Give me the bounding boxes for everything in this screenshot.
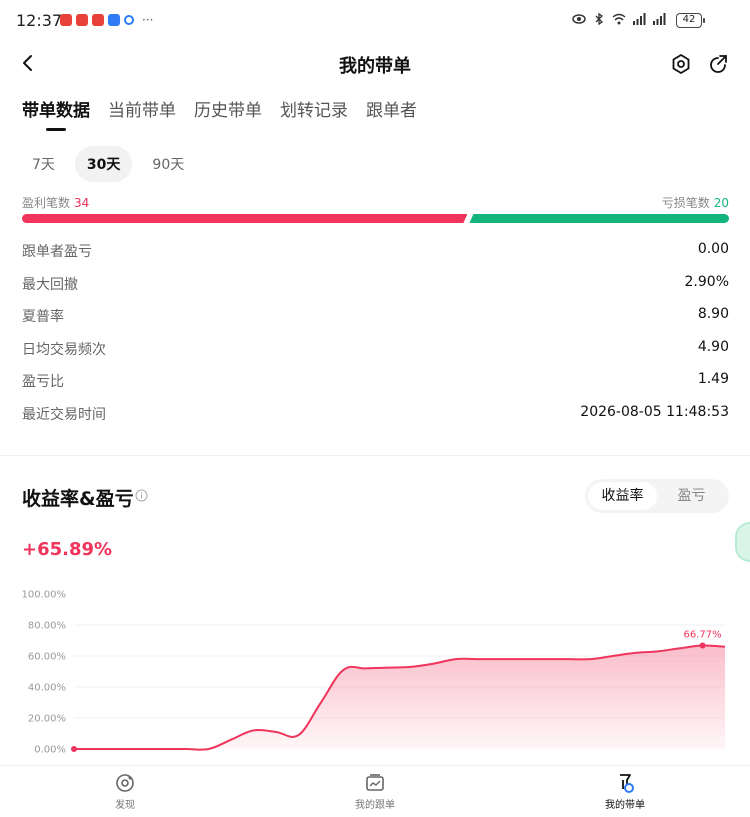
stat-value: 0.00 <box>697 241 729 257</box>
stat-value: 2.90% <box>684 273 729 290</box>
period-30d[interactable]: 30天 <box>74 146 133 182</box>
tab-followers[interactable]: 跟单者 <box>366 96 417 130</box>
y-tick-label: 20.00% <box>28 714 66 725</box>
y-tick-label: 0.00% <box>34 745 66 756</box>
status-time: 12:37 <box>16 11 63 30</box>
stat-row: 跟单者盈亏 0.00 <box>22 235 729 268</box>
section-divider <box>0 455 750 456</box>
stat-label: 最近交易时间 <box>22 406 106 423</box>
eye-icon <box>572 14 586 24</box>
y-tick-label: 100.00% <box>22 590 67 601</box>
toggle-return-rate[interactable]: 收益率 <box>588 482 657 510</box>
stat-label: 夏普率 <box>22 309 64 325</box>
app-notification-icon <box>108 14 120 26</box>
signal-icon <box>653 13 666 25</box>
bottom-nav: 发现 我的跟单 我的带单 <box>0 765 750 817</box>
data-point-peak <box>699 642 706 649</box>
loss-count: 20 <box>713 196 729 210</box>
stat-row: 夏普率 8.90 <box>22 300 729 333</box>
tab-transfer-records[interactable]: 划转记录 <box>280 96 348 130</box>
settings-icon[interactable] <box>669 52 693 76</box>
chart-section-title: 收益率&盈亏 <box>22 488 134 510</box>
tab-lead-data[interactable]: 带单数据 <box>22 96 90 130</box>
floating-assistant-button[interactable] <box>735 522 750 562</box>
period-7d[interactable]: 7天 <box>20 146 67 182</box>
stat-row: 最大回撤 2.90% <box>22 268 729 301</box>
tab-current-orders[interactable]: 当前带单 <box>108 96 176 130</box>
signal-icon <box>633 13 646 25</box>
period-selector: 7天 30天 90天 <box>20 146 196 182</box>
nav-discover[interactable]: 发现 <box>65 772 185 811</box>
win-count: 34 <box>74 196 90 210</box>
tab-bar: 带单数据 当前带单 历史带单 划转记录 跟单者 <box>22 96 417 130</box>
bluetooth-icon <box>595 12 604 26</box>
battery-indicator: 42 <box>676 13 705 28</box>
page-title: 我的带单 <box>339 56 411 77</box>
stat-row: 盈亏比 1.49 <box>22 365 729 398</box>
stat-label: 盈亏比 <box>22 374 64 390</box>
stat-row: 最近交易时间 2026-08-05 11:48:53 <box>22 398 729 431</box>
copy-chart-icon <box>366 774 384 791</box>
stat-value: 2026-08-05 11:48:53 <box>580 403 729 420</box>
series-area <box>74 645 725 750</box>
stat-label: 最大回撤 <box>22 276 78 293</box>
return-rate-chart: 100.00% 80.00% 60.00% 40.00% 20.00% 0.00% 66.7… <box>22 590 726 756</box>
win-count-label: 盈利笔数 34 <box>22 196 90 210</box>
wifi-icon <box>612 13 626 25</box>
y-tick-label: 60.00% <box>28 652 66 663</box>
y-tick-label: 40.00% <box>28 683 66 694</box>
stat-label: 日均交易频次 <box>22 341 106 358</box>
win-bar-segment <box>22 214 467 223</box>
stat-row: 日均交易频次 4.90 <box>22 333 729 366</box>
loss-bar-segment <box>469 214 729 223</box>
lead-trader-icon <box>620 774 634 793</box>
y-tick-label: 80.00% <box>28 621 66 632</box>
info-icon[interactable] <box>135 489 148 502</box>
discover-icon <box>116 774 134 792</box>
nav-label: 我的带单 <box>605 800 645 811</box>
notification-icons: ··· <box>60 14 153 26</box>
metric-toggle: 收益率 盈亏 <box>585 479 729 513</box>
tab-history-orders[interactable]: 历史带单 <box>194 96 262 130</box>
data-point-start <box>71 746 77 752</box>
stat-value: 8.90 <box>697 306 729 322</box>
win-loss-bar <box>22 214 729 223</box>
status-bar: 12:37 ··· 42 <box>0 0 750 44</box>
app-notification-icon <box>76 14 88 26</box>
more-notifications: ··· <box>142 13 154 27</box>
total-return-value: +65.89% <box>22 539 113 560</box>
win-loss-summary: 盈利笔数 34 亏损笔数 20 <box>22 194 729 210</box>
loss-count-label: 亏损笔数 20 <box>661 196 729 210</box>
data-label-peak: 66.77% <box>683 630 721 641</box>
toggle-pnl[interactable]: 盈亏 <box>657 482 726 510</box>
nav-label: 发现 <box>115 800 135 811</box>
top-header: 我的带单 <box>0 44 750 84</box>
app-notification-icon <box>92 14 104 26</box>
period-90d[interactable]: 90天 <box>140 146 196 182</box>
nav-label: 我的跟单 <box>355 800 395 811</box>
stat-label: 跟单者盈亏 <box>22 244 92 260</box>
stat-value: 4.90 <box>697 338 729 355</box>
nav-my-lead[interactable]: 我的带单 <box>565 772 685 811</box>
stats-list: 跟单者盈亏 0.00 最大回撤 2.90% 夏普率 8.90 日均交易频次 4.90 盈… <box>22 235 729 430</box>
status-icons <box>572 12 666 26</box>
app-notification-icon <box>124 15 134 25</box>
nav-my-copy[interactable]: 我的跟单 <box>315 772 435 811</box>
share-icon[interactable] <box>706 52 730 76</box>
app-notification-icon <box>60 14 72 26</box>
stat-value: 1.49 <box>697 371 729 387</box>
